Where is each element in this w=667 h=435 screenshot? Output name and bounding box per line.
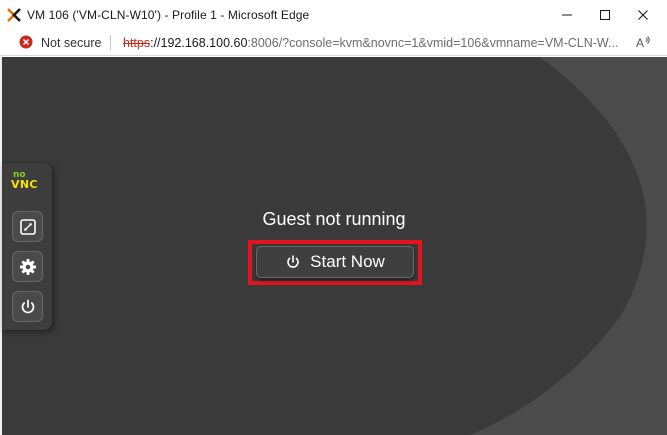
start-now-button[interactable]: Start Now (256, 246, 414, 278)
maximize-button[interactable] (585, 0, 625, 30)
proxmox-logo-icon (7, 8, 21, 22)
minimize-button[interactable] (547, 0, 587, 30)
minimize-icon (562, 14, 572, 16)
url-protocol: https (123, 36, 151, 50)
power-button[interactable] (12, 291, 43, 322)
fullscreen-button[interactable] (12, 211, 43, 242)
window-title: VM 106 ('VM-CLN-W10') - Profile 1 - Micr… (27, 8, 310, 22)
novnc-logo-vnc: VNC (11, 178, 38, 191)
maximize-icon (600, 10, 610, 20)
title-bar: VM 106 ('VM-CLN-W10') - Profile 1 - Micr… (0, 0, 667, 30)
fullscreen-icon (19, 218, 36, 235)
address-divider (110, 35, 111, 50)
address-bar[interactable]: Not secure https://192.168.100.60:8006/?… (0, 30, 667, 56)
browser-window: VM 106 ('VM-CLN-W10') - Profile 1 - Micr… (0, 0, 667, 435)
gear-icon (19, 258, 36, 275)
guest-status-text: Guest not running (262, 209, 406, 229)
start-now-label: Start Now (310, 252, 385, 271)
close-button[interactable] (623, 0, 663, 30)
not-secure-warning-icon[interactable] (19, 35, 33, 49)
not-secure-label[interactable]: Not secure (41, 36, 101, 50)
power-icon (21, 299, 34, 313)
settings-button[interactable] (12, 251, 43, 282)
novnc-control-bar: no VNC (2, 163, 52, 330)
url-host: ://192.168.100.60 (150, 36, 248, 50)
svg-text:A: A (636, 36, 644, 50)
novnc-logo: no VNC (11, 171, 45, 193)
read-aloud-icon[interactable]: A (636, 35, 651, 50)
power-icon (287, 255, 299, 268)
url-path: :8006/?console=kvm&novnc=1&vmid=106&vmna… (247, 36, 619, 50)
close-icon (638, 10, 648, 20)
url-field[interactable]: https://192.168.100.60:8006/?console=kvm… (123, 36, 623, 50)
